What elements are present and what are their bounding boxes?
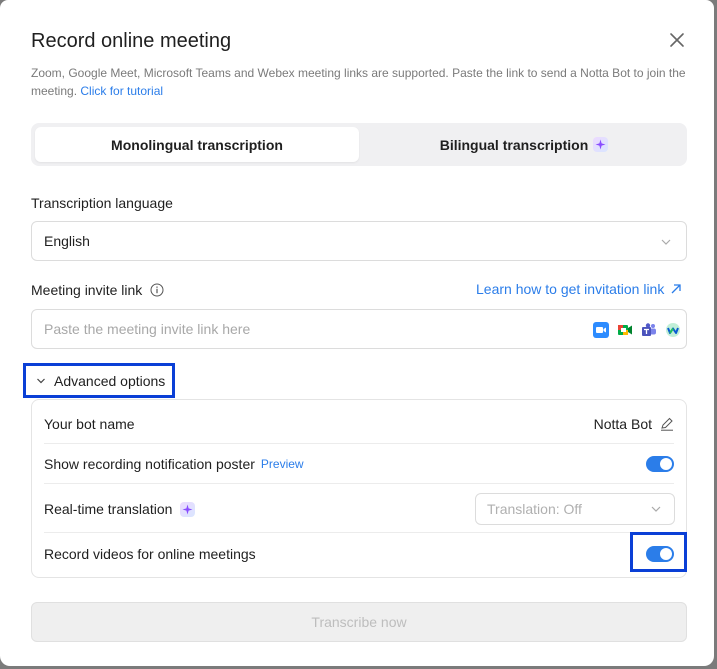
divider — [44, 483, 674, 484]
translation-value: Translation: Off — [487, 501, 582, 517]
webex-icon — [665, 322, 681, 338]
transcription-language-label: Transcription language — [31, 195, 173, 211]
bot-name-row: Your bot name Notta Bot — [44, 414, 674, 434]
tab-monolingual[interactable]: Monolingual transcription — [35, 127, 359, 162]
poster-label: Show recording notification poster — [44, 456, 255, 472]
learn-invitation-link-text: Learn how to get invitation link — [476, 281, 665, 297]
supported-apps — [593, 322, 681, 338]
tab-bilingual-label: Bilingual transcription — [439, 136, 589, 153]
bot-name-label: Your bot name — [44, 416, 135, 432]
translation-select[interactable]: Translation: Off — [475, 493, 675, 525]
translation-label: Real-time translation — [44, 501, 173, 517]
chevron-down-icon — [661, 239, 671, 245]
tutorial-link[interactable]: Click for tutorial — [80, 84, 163, 98]
transcribe-now-label: Transcribe now — [311, 614, 407, 630]
poster-row: Show recording notification poster Previ… — [44, 454, 674, 474]
bot-name-editor[interactable]: Notta Bot — [594, 416, 674, 432]
invite-link-input[interactable] — [31, 309, 687, 349]
transcription-language-select[interactable]: English — [31, 221, 687, 261]
info-icon[interactable] — [150, 283, 164, 297]
learn-invitation-link[interactable]: Learn how to get invitation link — [476, 281, 682, 297]
bot-name-value: Notta Bot — [593, 416, 652, 432]
record-video-toggle-highlight — [630, 532, 687, 572]
chevron-down-icon — [37, 378, 45, 383]
chevron-down-icon — [651, 506, 661, 512]
invite-link-label: Meeting invite link — [31, 282, 143, 298]
zoom-icon — [593, 322, 609, 338]
close-icon[interactable] — [668, 31, 686, 49]
divider — [44, 443, 674, 444]
poster-toggle[interactable] — [646, 456, 674, 472]
record-video-row: Record videos for online meetings — [44, 544, 674, 564]
record-meeting-dialog: Record online meeting Zoom, Google Meet,… — [0, 0, 714, 666]
invite-link-label-row: Meeting invite link — [31, 282, 164, 298]
external-arrow-icon — [671, 284, 681, 294]
transcription-language-value: English — [44, 233, 90, 249]
advanced-options-toggle[interactable]: Advanced options — [23, 363, 175, 398]
divider — [44, 532, 674, 533]
poster-preview-link[interactable]: Preview — [261, 457, 304, 471]
tab-monolingual-label: Monolingual transcription — [111, 136, 283, 153]
edit-pencil-icon[interactable] — [660, 417, 674, 431]
advanced-options-panel: Your bot name Notta Bot Show recording n… — [31, 399, 687, 578]
advanced-options-label: Advanced options — [54, 372, 166, 389]
dialog-title: Record online meeting — [31, 30, 232, 52]
ai-sparkle-icon — [180, 501, 196, 517]
ai-sparkle-icon — [593, 137, 609, 152]
transcription-mode-tabs: Monolingual transcription Bilingual tran… — [31, 123, 687, 166]
teams-icon — [641, 322, 657, 338]
google-meet-icon — [617, 322, 633, 338]
tab-bilingual[interactable]: Bilingual transcription — [365, 127, 683, 162]
record-video-label: Record videos for online meetings — [44, 546, 256, 562]
transcribe-now-button[interactable]: Transcribe now — [31, 602, 687, 642]
dialog-description: Zoom, Google Meet, Microsoft Teams and W… — [31, 64, 691, 100]
